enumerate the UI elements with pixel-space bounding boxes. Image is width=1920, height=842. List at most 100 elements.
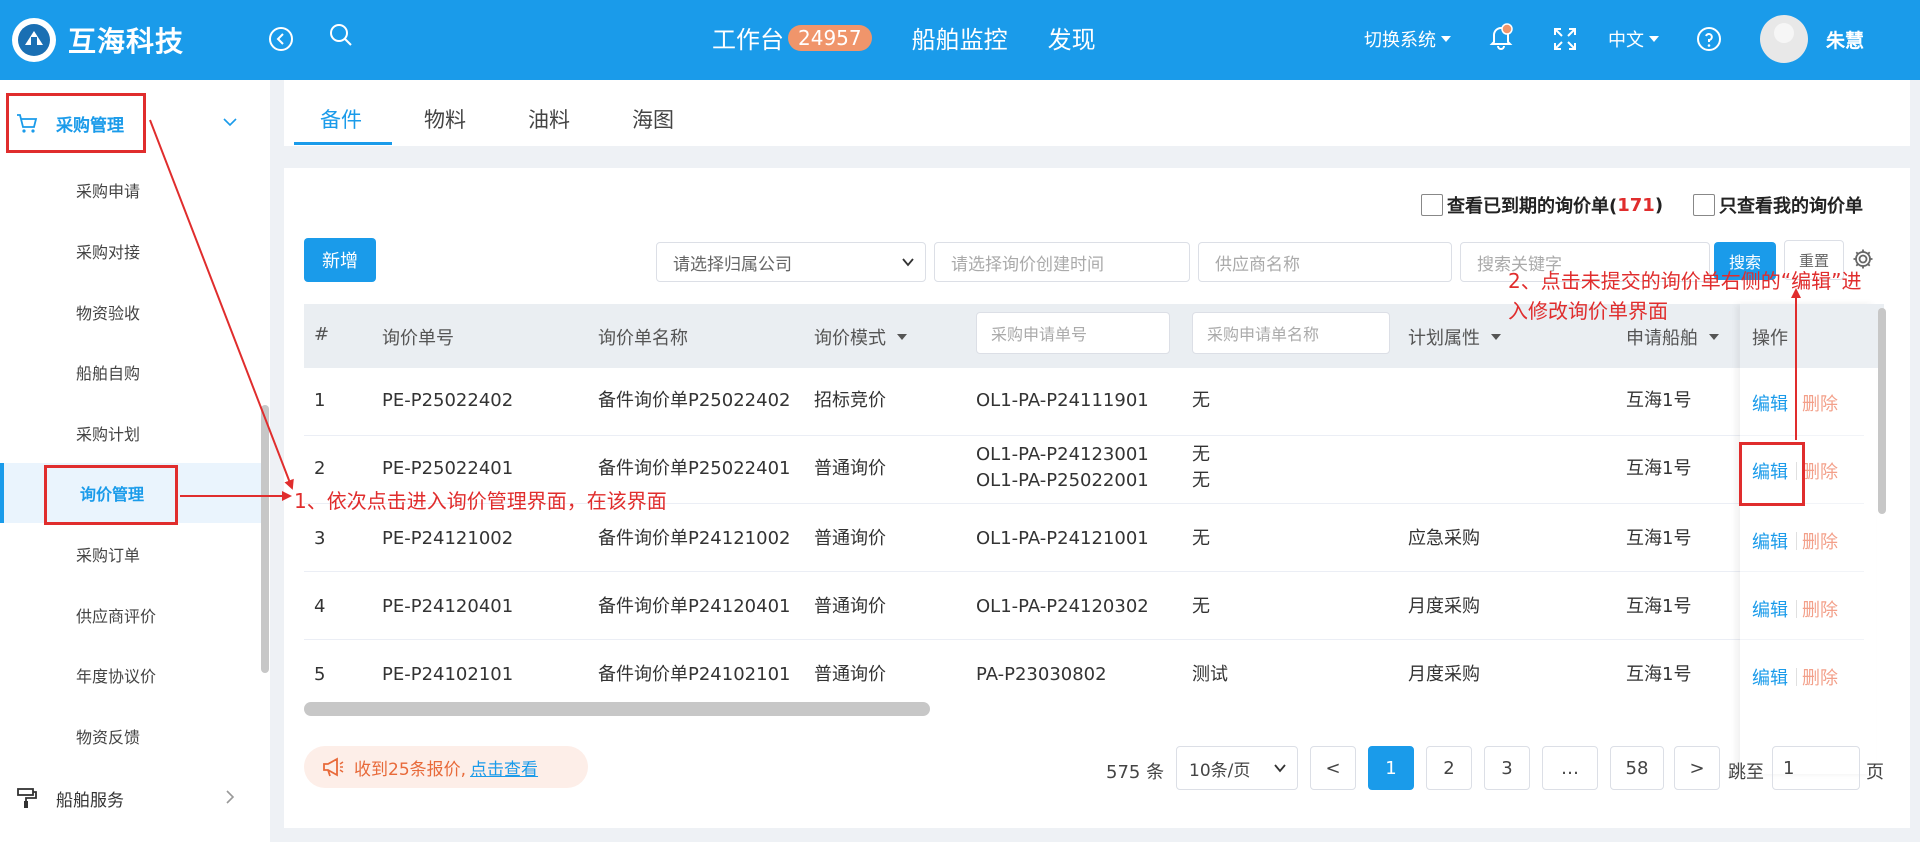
col-ship-label: 申请船舶 xyxy=(1626,328,1698,349)
table-row: 5 PE-P24102101 备件询价单P24102101 普通询价 PA-P2… xyxy=(304,640,1864,708)
table-horizontal-scrollbar[interactable] xyxy=(304,702,930,716)
annotation-box-inquiry-management xyxy=(44,465,178,525)
request-name: 测试 xyxy=(1192,664,1228,685)
nav-workbench[interactable]: 工作台 24957 xyxy=(712,20,872,55)
only-mine-label: 只查看我的询价单 xyxy=(1719,196,1863,217)
jump-to-label: 跳至 xyxy=(1728,762,1764,783)
create-time-placeholder: 请选择询价创建时间 xyxy=(951,254,1104,275)
create-time-picker[interactable]: 请选择询价创建时间 xyxy=(934,242,1190,282)
workbench-count-badge: 24957 xyxy=(788,24,872,51)
checkbox-box[interactable] xyxy=(1421,194,1443,216)
bell-icon[interactable] xyxy=(1486,22,1516,52)
username[interactable]: 朱慧 xyxy=(1826,26,1864,53)
chevron-right-icon xyxy=(226,790,235,804)
avatar[interactable] xyxy=(1760,15,1808,63)
sidebar-item-label: 物资验收 xyxy=(76,304,141,323)
sidebar-group-ship-service-label: 船舶服务 xyxy=(56,790,124,811)
supplier-name-input[interactable]: 供应商名称 xyxy=(1198,242,1452,282)
edit-button[interactable]: 编辑 xyxy=(1752,596,1788,622)
tab-charts[interactable]: 海图 xyxy=(632,104,674,134)
back-circle-icon[interactable] xyxy=(266,24,296,54)
active-tab-indicator xyxy=(294,142,392,145)
switch-system-dropdown[interactable]: 切换系统 xyxy=(1364,26,1452,52)
sidebar-item-material-acceptance[interactable]: 物资验收 xyxy=(0,292,262,332)
nav-ship-monitor[interactable]: 船舶监控 xyxy=(912,20,1008,55)
prev-page-button[interactable]: < xyxy=(1310,746,1356,790)
table-vertical-scrollbar[interactable] xyxy=(1878,308,1886,514)
inquiry-mode: 普通询价 xyxy=(814,596,886,617)
row-index: 1 xyxy=(314,390,326,411)
filter-request-no-input[interactable]: 采购申请单号 xyxy=(976,312,1170,354)
page-ellipsis[interactable]: … xyxy=(1542,746,1598,790)
sidebar-item-purchase-order[interactable]: 采购订单 xyxy=(0,534,262,574)
nav-discover[interactable]: 发现 xyxy=(1048,20,1096,55)
delete-button[interactable]: 删除 xyxy=(1802,528,1838,554)
filter-request-name-input[interactable]: 采购申请单名称 xyxy=(1192,312,1390,354)
sidebar-item-annual-agreement-price[interactable]: 年度协议价 xyxy=(0,655,262,695)
op-divider xyxy=(1796,394,1797,412)
caret-down-icon xyxy=(1649,36,1659,42)
sidebar-item-label: 物资反馈 xyxy=(76,728,141,747)
delete-button[interactable]: 删除 xyxy=(1802,664,1838,690)
sidebar-item-ship-self-purchase[interactable]: 船舶自购 xyxy=(0,352,262,392)
col-inquiry-mode[interactable]: 询价模式 xyxy=(814,324,908,350)
sidebar-item-supplier-evaluation[interactable]: 供应商评价 xyxy=(0,595,262,635)
page-button[interactable]: 58 xyxy=(1610,746,1664,790)
edit-button[interactable]: 编辑 xyxy=(1752,664,1788,690)
col-inquiry-mode-label: 询价模式 xyxy=(814,328,886,349)
delete-button[interactable]: 删除 xyxy=(1802,458,1838,484)
show-expired-checkbox[interactable]: 查看已到期的询价单(171) xyxy=(1421,192,1663,218)
page-button[interactable]: 1 xyxy=(1368,746,1414,790)
sidebar-item-material-feedback[interactable]: 物资反馈 xyxy=(0,716,262,756)
tab-materials[interactable]: 物料 xyxy=(424,104,466,134)
sidebar-item-label: 采购订单 xyxy=(76,546,141,565)
sidebar-group-ship-service[interactable]: 船舶服务 xyxy=(6,772,266,824)
request-name: 无 xyxy=(1192,390,1210,411)
inquiry-no: PE-P25022401 xyxy=(382,458,514,479)
inquiry-name: 备件询价单P24102101 xyxy=(598,664,791,685)
fullscreen-icon[interactable] xyxy=(1550,24,1580,54)
jump-to-page-input[interactable]: 1 xyxy=(1772,746,1860,790)
view-quotes-link[interactable]: 点击查看 xyxy=(470,755,538,780)
language-label: 中文 xyxy=(1608,30,1644,51)
edit-button[interactable]: 编辑 xyxy=(1752,390,1788,416)
col-inquiry-name: 询价单名称 xyxy=(598,328,688,349)
op-divider xyxy=(1796,532,1797,550)
expired-count: 171 xyxy=(1617,194,1655,216)
company-select[interactable]: 请选择归属公司 xyxy=(656,242,926,282)
next-page-button[interactable]: > xyxy=(1674,746,1720,790)
page-button[interactable]: 2 xyxy=(1426,746,1472,790)
caret-down-icon xyxy=(897,334,907,340)
sidebar-item-purchase-request[interactable]: 采购申请 xyxy=(0,170,262,210)
op-divider xyxy=(1796,600,1797,618)
sidebar-item-purchase-docking[interactable]: 采购对接 xyxy=(0,231,262,271)
caret-down-icon xyxy=(1491,334,1501,340)
edit-button[interactable]: 编辑 xyxy=(1752,528,1788,554)
help-icon[interactable] xyxy=(1694,24,1724,54)
sidebar-item-label: 采购对接 xyxy=(76,243,141,262)
caret-down-icon xyxy=(1441,36,1451,42)
row-index: 3 xyxy=(314,528,326,549)
page-size-select[interactable]: 10条/页 xyxy=(1176,746,1298,790)
brand-name: 互海科技 xyxy=(68,25,185,58)
brand-logo[interactable]: 互海科技 xyxy=(12,18,184,62)
col-plan-attribute[interactable]: 计划属性 xyxy=(1408,324,1502,350)
add-button[interactable]: 新增 xyxy=(304,238,376,282)
sidebar-item-purchase-plan[interactable]: 采购计划 xyxy=(0,413,262,453)
delete-button[interactable]: 删除 xyxy=(1802,596,1838,622)
sidebar-item-label: 船舶自购 xyxy=(76,364,141,383)
tab-spare-parts[interactable]: 备件 xyxy=(320,104,362,134)
sidebar-scrollbar[interactable] xyxy=(261,405,269,673)
search-icon[interactable] xyxy=(326,20,356,50)
filter-request-no-placeholder: 采购申请单号 xyxy=(991,325,1088,344)
request-name: 无 xyxy=(1192,444,1210,465)
delete-button[interactable]: 删除 xyxy=(1802,390,1838,416)
tab-oil[interactable]: 油料 xyxy=(528,104,570,134)
col-ship[interactable]: 申请船舶 xyxy=(1626,324,1720,350)
page-button[interactable]: 3 xyxy=(1484,746,1530,790)
language-dropdown[interactable]: 中文 xyxy=(1608,26,1660,52)
only-mine-checkbox[interactable]: 只查看我的询价单 xyxy=(1693,192,1863,218)
inquiry-mode: 招标竞价 xyxy=(814,390,886,411)
col-index: # xyxy=(314,324,330,345)
checkbox-box[interactable] xyxy=(1693,194,1715,216)
